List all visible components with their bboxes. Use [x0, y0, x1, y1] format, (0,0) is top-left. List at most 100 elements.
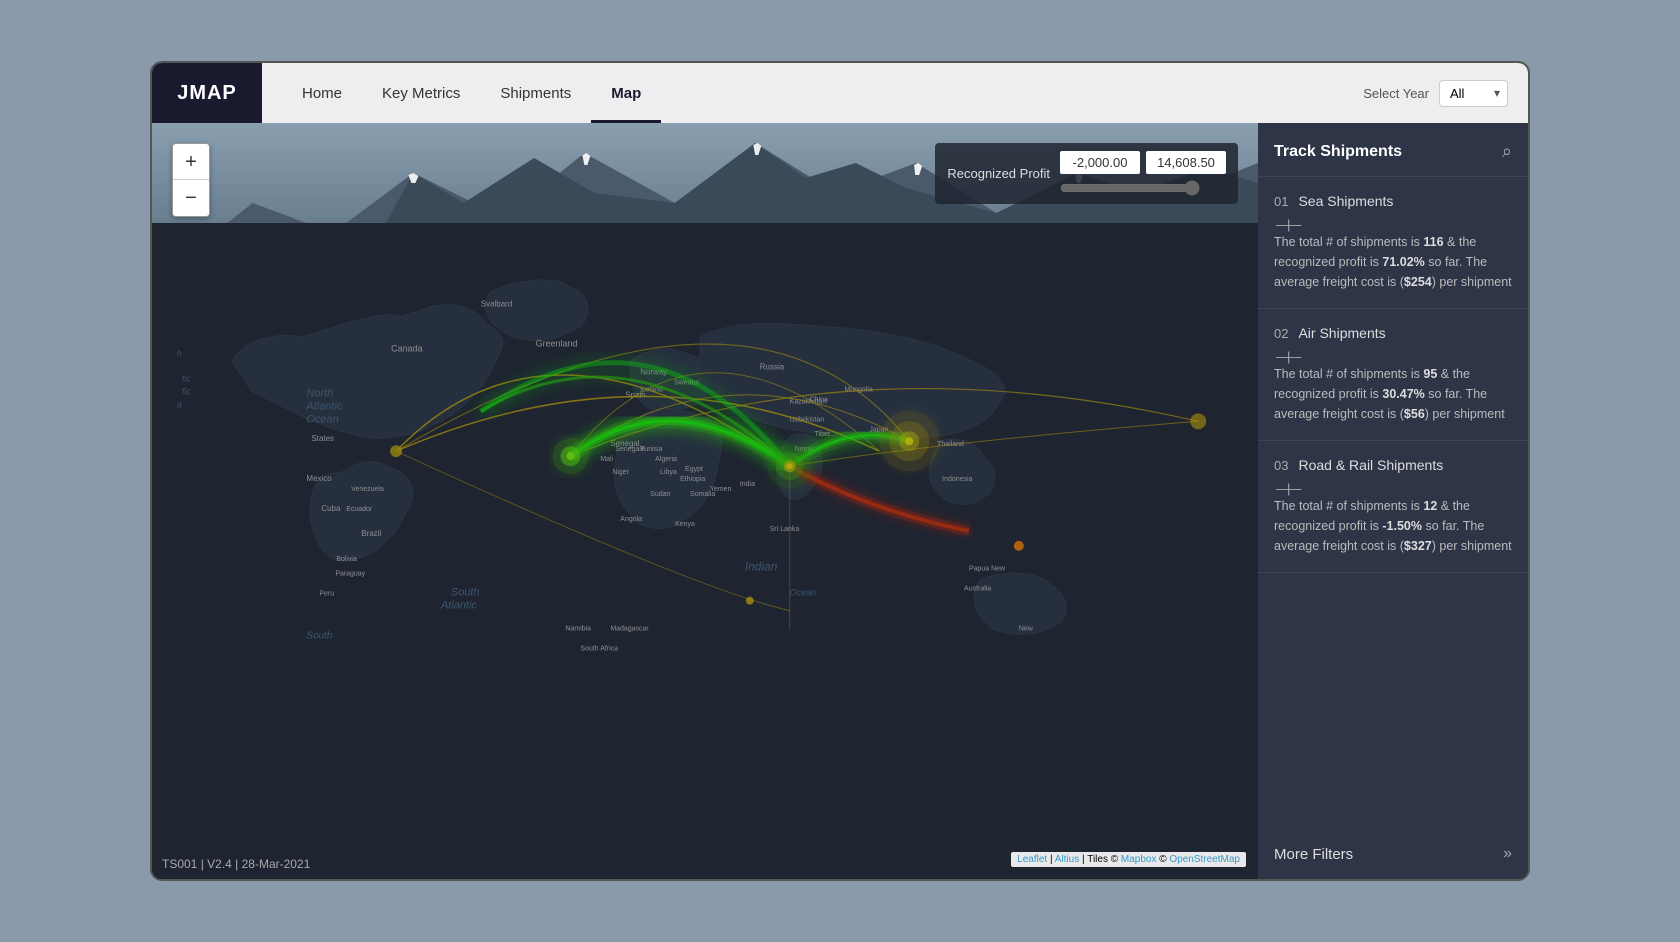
nav-key-metrics[interactable]: Key Metrics	[362, 63, 480, 123]
year-select-wrapper: All 2021 2020 2019	[1439, 80, 1508, 107]
profit-filter-label: Recognized Profit	[947, 166, 1050, 181]
svg-text:New: New	[1019, 626, 1034, 633]
logo-text: JMAP	[177, 82, 237, 105]
svg-text:South Africa: South Africa	[580, 645, 618, 652]
profit-range-values: -2,000.00 14,608.50	[1060, 151, 1226, 174]
sea-shipments-icon: —|—	[1276, 217, 1512, 232]
svg-text:Ocean: Ocean	[790, 588, 816, 598]
map-area: North Atlantic Ocean tic fic a h Canada …	[152, 123, 1258, 879]
svg-text:Senegale: Senegale	[615, 446, 645, 453]
svg-text:India: India	[740, 481, 755, 488]
more-filters-button[interactable]: More Filters »	[1258, 829, 1528, 879]
svg-text:Australia: Australia	[964, 586, 991, 593]
svg-text:Bolivia: Bolivia	[336, 556, 357, 563]
rail-shipments-number: 03	[1274, 458, 1288, 473]
year-select[interactable]: All 2021 2020 2019	[1439, 80, 1508, 107]
svg-text:South: South	[306, 631, 332, 642]
svg-text:tic: tic	[182, 373, 191, 383]
sea-shipments-type: Sea Shipments	[1298, 193, 1393, 209]
svg-text:a: a	[177, 399, 182, 409]
air-shipments-number: 02	[1274, 326, 1288, 341]
main-content: North Atlantic Ocean tic fic a h Canada …	[152, 123, 1528, 879]
zoom-in-button[interactable]: +	[173, 144, 209, 180]
leaflet-link[interactable]: Leaflet	[1017, 854, 1047, 865]
sea-shipments-header: 01 Sea Shipments	[1274, 193, 1512, 209]
zoom-controls: + −	[172, 143, 210, 217]
svg-text:Mexico: Mexico	[306, 474, 332, 483]
svg-text:Brazil: Brazil	[361, 529, 381, 538]
svg-text:Russia: Russia	[760, 362, 785, 371]
svg-text:Ocean: Ocean	[306, 413, 338, 425]
svg-text:Ethiopia: Ethiopia	[680, 476, 705, 483]
more-filters-label: More Filters	[1274, 846, 1353, 863]
rail-shipments-type: Road & Rail Shipments	[1298, 457, 1443, 473]
svg-text:Madagascar: Madagascar	[610, 626, 649, 633]
svg-text:Canada: Canada	[391, 344, 422, 354]
svg-text:Peru: Peru	[319, 591, 334, 598]
svg-text:Egypt: Egypt	[685, 466, 703, 473]
svg-text:Svalbard: Svalbard	[481, 300, 512, 309]
profit-min-value: -2,000.00	[1060, 151, 1140, 174]
svg-text:North: North	[306, 387, 333, 399]
nav-home[interactable]: Home	[282, 63, 362, 123]
svg-text:Cuba: Cuba	[321, 504, 341, 513]
svg-text:South: South	[451, 587, 480, 599]
panel-title: Track Shipments	[1274, 143, 1402, 161]
mapbox-link[interactable]: Mapbox	[1121, 854, 1157, 865]
right-panel: Track Shipments ⌕ 01 Sea Shipments —|— T…	[1258, 123, 1528, 879]
svg-text:Indian: Indian	[745, 560, 778, 574]
nav-right: Select Year All 2021 2020 2019	[1363, 80, 1528, 107]
svg-text:Sudan: Sudan	[650, 491, 670, 498]
zoom-out-button[interactable]: −	[173, 180, 209, 216]
rail-shipments-section: 03 Road & Rail Shipments —|— The total #…	[1258, 441, 1528, 573]
nav-shipments[interactable]: Shipments	[480, 63, 591, 123]
air-shipments-header: 02 Air Shipments	[1274, 325, 1512, 341]
map-attribution: Leaflet | Altius | Tiles © Mapbox © Open…	[1011, 852, 1246, 867]
svg-text:Venezuela: Venezuela	[351, 486, 384, 493]
svg-text:Sri Lanka: Sri Lanka	[770, 526, 800, 533]
svg-text:Ecuador: Ecuador	[346, 506, 373, 513]
svg-text:Yemen: Yemen	[710, 486, 732, 493]
select-year-label: Select Year	[1363, 86, 1429, 101]
profit-max-value: 14,608.50	[1146, 151, 1226, 174]
altius-link[interactable]: Altius	[1055, 854, 1079, 865]
search-icon[interactable]: ⌕	[1502, 141, 1512, 162]
air-shipments-icon: —|—	[1276, 349, 1512, 364]
svg-text:Libya: Libya	[660, 469, 677, 476]
more-filters-arrow-icon: »	[1503, 845, 1512, 863]
world-map-svg: North Atlantic Ocean tic fic a h Canada …	[152, 123, 1258, 879]
top-nav: JMAP Home Key Metrics Shipments Map Sele…	[152, 63, 1528, 123]
svg-text:Indonesia: Indonesia	[942, 476, 972, 483]
app-frame: JMAP Home Key Metrics Shipments Map Sele…	[150, 61, 1530, 881]
svg-text:fic: fic	[182, 386, 191, 396]
svg-text:Kenya: Kenya	[675, 521, 695, 528]
sea-shipments-desc: The total # of shipments is 116 & the re…	[1274, 232, 1512, 292]
svg-text:Atlantic: Atlantic	[440, 600, 477, 612]
status-text: TS001 | V2.4 | 28-Mar-2021	[162, 857, 310, 871]
profit-slider-container: -2,000.00 14,608.50	[1060, 151, 1226, 196]
svg-text:Niger: Niger	[612, 469, 629, 476]
rail-shipments-desc: The total # of shipments is 12 & the rec…	[1274, 496, 1512, 556]
svg-text:States: States	[311, 434, 334, 443]
status-bar: TS001 | V2.4 | 28-Mar-2021	[162, 857, 310, 871]
svg-text:Greenland: Greenland	[536, 339, 578, 349]
sea-shipments-section: 01 Sea Shipments —|— The total # of ship…	[1258, 177, 1528, 309]
panel-spacer	[1258, 573, 1528, 829]
sea-shipments-number: 01	[1274, 194, 1288, 209]
air-shipments-section: 02 Air Shipments —|— The total # of ship…	[1258, 309, 1528, 441]
svg-text:Namibia: Namibia	[566, 626, 592, 633]
svg-text:h: h	[177, 349, 182, 359]
svg-text:Paraguay: Paraguay	[335, 571, 365, 578]
logo: JMAP	[152, 63, 262, 123]
svg-text:Angola: Angola	[620, 516, 642, 523]
svg-text:Mali: Mali	[600, 456, 613, 463]
rail-shipments-header: 03 Road & Rail Shipments	[1274, 457, 1512, 473]
profit-range-slider[interactable]	[1060, 180, 1200, 196]
nav-map[interactable]: Map	[591, 63, 661, 123]
rail-shipments-icon: —|—	[1276, 481, 1512, 496]
svg-text:Algeria: Algeria	[655, 456, 677, 463]
profit-filter: Recognized Profit -2,000.00 14,608.50	[935, 143, 1238, 204]
svg-text:Papua New: Papua New	[969, 566, 1006, 573]
panel-header: Track Shipments ⌕	[1258, 123, 1528, 177]
osm-link[interactable]: OpenStreetMap	[1169, 854, 1240, 865]
